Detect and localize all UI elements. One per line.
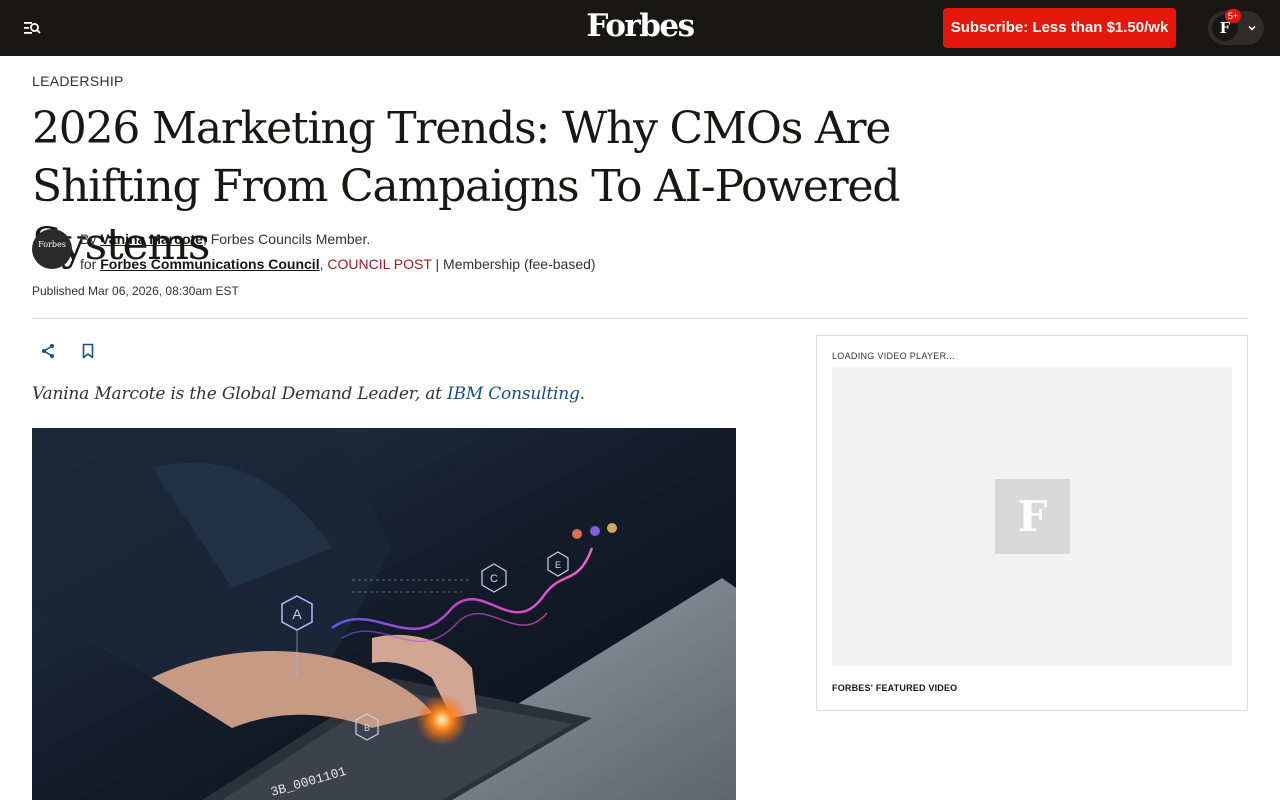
share-icon[interactable] <box>39 342 57 360</box>
author-intro: Vanina Marcote is the Global Demand Lead… <box>32 384 585 404</box>
intro-suffix: . <box>579 384 585 404</box>
hex-label-e: E <box>555 560 561 570</box>
author-role: Forbes Councils Member. <box>210 231 371 247</box>
council-link[interactable]: Forbes Communications Council <box>100 256 319 272</box>
account-menu[interactable]: F 5+ <box>1208 9 1264 45</box>
council-post-label[interactable]: COUNCIL POST <box>327 256 431 272</box>
top-nav-bar: Forbes Subscribe: Less than $1.50/wk F 5… <box>0 0 1280 56</box>
membership-label: | Membership (fee-based) <box>435 256 596 272</box>
intro-text: Vanina Marcote is the Global Demand Lead… <box>32 384 448 404</box>
author-avatar-logo: Forbes <box>38 240 66 249</box>
hero-image: A C E B 3B_0001101 <box>32 428 736 800</box>
byline: By Vanina Marcote, Forbes Councils Membe… <box>80 231 371 247</box>
bookmark-icon[interactable] <box>79 342 97 360</box>
author-name-link[interactable]: Vanina Marcote <box>100 231 203 247</box>
notification-badge: 5+ <box>1225 9 1241 23</box>
author-avatar[interactable]: Forbes <box>32 229 72 269</box>
video-loading-label: LOADING VIDEO PLAYER... <box>832 351 955 361</box>
published-date: Published Mar 06, 2026, 08:30am EST <box>32 284 239 298</box>
forbes-placeholder-logo: F <box>995 479 1070 554</box>
chevron-down-icon <box>1248 25 1256 31</box>
section-label[interactable]: LEADERSHIP <box>32 73 124 89</box>
video-player[interactable]: F <box>832 367 1232 666</box>
menu-search-icon[interactable] <box>20 16 44 40</box>
featured-video-widget: LOADING VIDEO PLAYER... F FORBES' FEATUR… <box>816 335 1248 711</box>
hex-label-b: B <box>364 723 370 733</box>
video-caption: FORBES' FEATURED VIDEO <box>832 683 958 693</box>
hex-label-c: C <box>490 573 498 585</box>
hex-label-a: A <box>292 606 302 622</box>
ibm-consulting-link[interactable]: IBM Consulting <box>447 384 580 404</box>
header-divider <box>32 318 1248 319</box>
by-label: By <box>80 231 97 247</box>
subscribe-button[interactable]: Subscribe: Less than $1.50/wk <box>943 8 1176 48</box>
council-line: for Forbes Communications Council, COUNC… <box>80 256 596 272</box>
for-label: for <box>80 256 97 272</box>
